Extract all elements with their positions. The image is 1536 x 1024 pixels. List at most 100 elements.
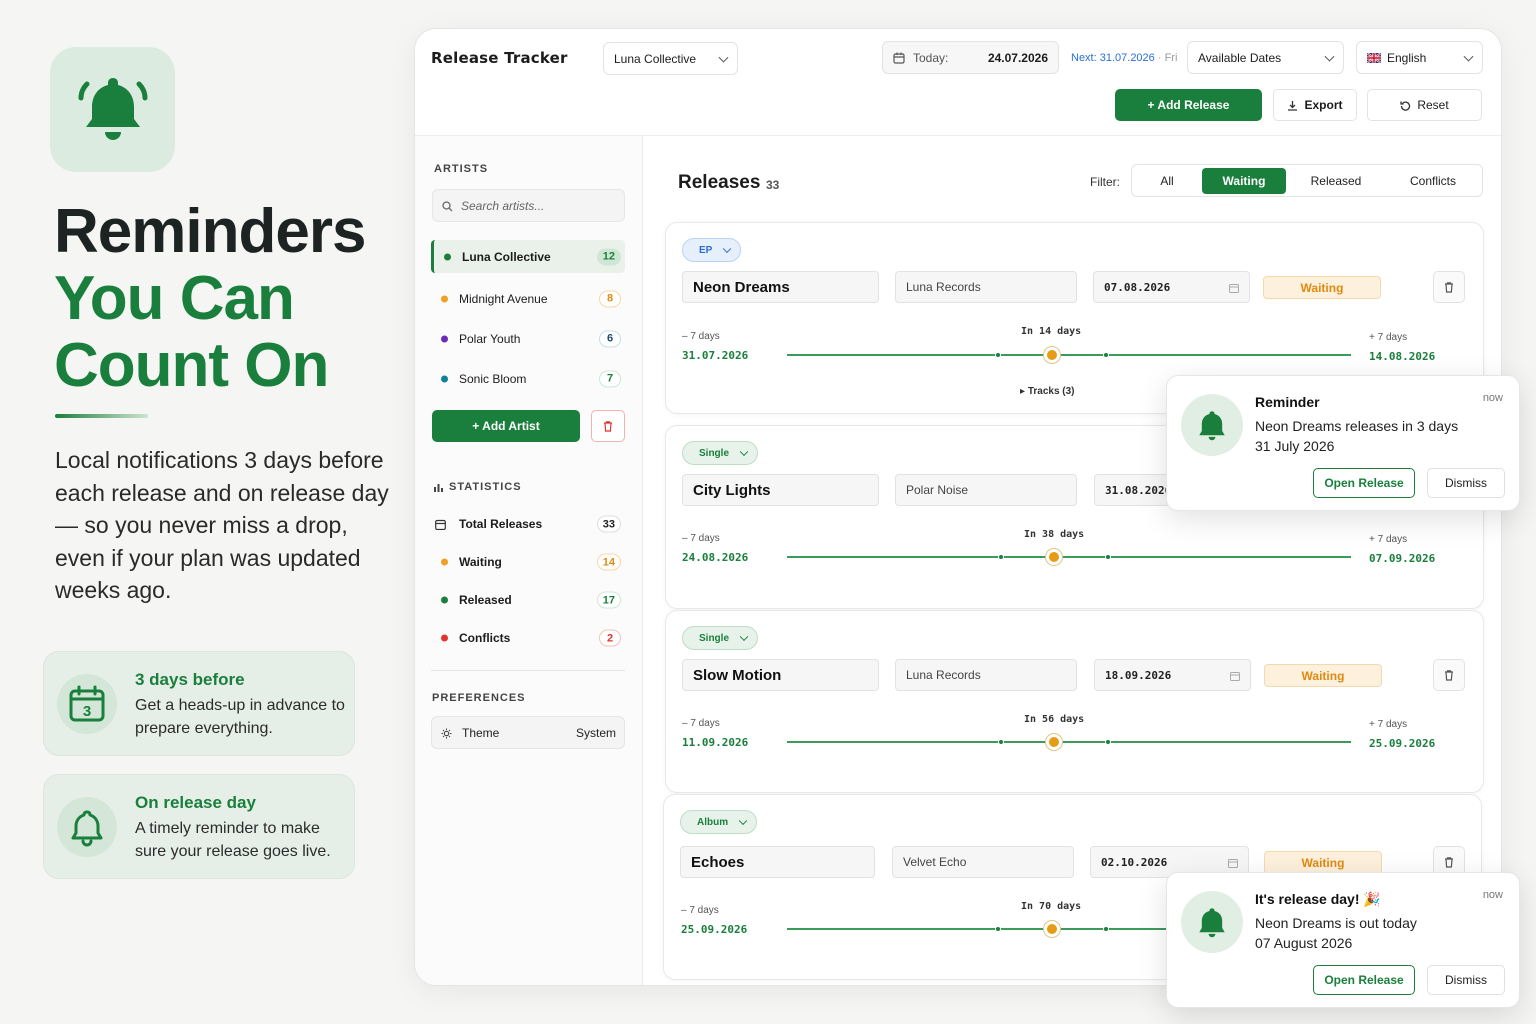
release-type-value: Single <box>699 632 730 644</box>
release-label-input[interactable]: Polar Noise <box>895 474 1077 506</box>
artist-count-badge: 12 <box>596 248 621 265</box>
release-name-input[interactable]: Echoes <box>680 846 875 878</box>
feature-text: Get a heads-up in advance to prepare eve… <box>135 697 345 737</box>
sidebar-artist-sonic-bloom[interactable]: Sonic Bloom 7 <box>431 362 625 395</box>
release-name-input[interactable]: City Lights <box>682 474 879 506</box>
export-label: Export <box>1304 98 1343 112</box>
timeline-current-marker[interactable] <box>1046 549 1062 565</box>
tracks-toggle[interactable]: ▸ Tracks (3) <box>1020 386 1075 397</box>
stat-label: Waiting <box>459 555 502 569</box>
export-button[interactable]: Export <box>1273 89 1357 121</box>
timeline-marker <box>1103 352 1109 358</box>
uk-flag-icon <box>1367 52 1381 63</box>
sidebar-divider <box>431 670 625 671</box>
chevron-down-icon <box>1463 51 1474 62</box>
bell-icon <box>1181 394 1243 456</box>
theme-select[interactable]: Theme System <box>431 716 625 749</box>
delete-release-button[interactable] <box>1433 659 1465 691</box>
sidebar-artist-luna-collective[interactable]: Luna Collective 12 <box>431 240 625 273</box>
artist-select[interactable]: Luna Collective <box>603 42 738 75</box>
releases-count: 33 <box>766 178 780 192</box>
bar-chart-icon <box>434 483 443 492</box>
timeline-before-date: 24.08.2026 <box>682 551 749 564</box>
delete-release-button[interactable] <box>1433 271 1465 303</box>
notification-line2: 31 July 2026 <box>1255 438 1335 454</box>
reset-button[interactable]: Reset <box>1367 89 1482 121</box>
release-date-value: 18.09.2026 <box>1105 668 1172 682</box>
release-date-value: 31.08.2026 <box>1105 483 1172 497</box>
release-label-input[interactable]: Velvet Echo <box>892 846 1074 878</box>
chevron-down-icon <box>723 244 732 254</box>
preferences-heading: PREFERENCES <box>432 692 526 704</box>
timeline-current-marker[interactable] <box>1044 347 1060 363</box>
filter-tab-all[interactable]: All <box>1135 168 1199 194</box>
timeline-before-label: – 7 days <box>682 718 720 729</box>
artist-name: Polar Youth <box>459 331 521 346</box>
stat-total-releases: Total Releases 33 <box>431 509 625 539</box>
timeline-countdown: In 14 days <box>1021 326 1082 337</box>
sidebar-artist-polar-youth[interactable]: Polar Youth 6 <box>431 322 625 355</box>
calendar-icon <box>1229 284 1239 293</box>
release-type-select[interactable]: Album <box>680 810 758 834</box>
dismiss-button[interactable]: Dismiss <box>1427 965 1505 995</box>
timeline-after-date: 07.09.2026 <box>1369 552 1436 565</box>
timeline-countdown: In 70 days <box>1021 901 1082 912</box>
today-label: Today: <box>913 50 949 65</box>
timeline-after-label: + 7 days <box>1369 719 1408 730</box>
promo-title: Reminders You Can Count On <box>54 198 366 399</box>
add-release-button[interactable]: + Add Release <box>1115 89 1262 121</box>
bell-app-icon <box>50 47 175 172</box>
artist-color-dot <box>441 295 448 302</box>
release-type-value: Single <box>699 447 730 459</box>
search-input[interactable]: Search artists... <box>432 189 625 222</box>
release-type-select[interactable]: Single <box>682 441 759 465</box>
timeline-current-marker[interactable] <box>1044 921 1060 937</box>
available-dates-select[interactable]: Available Dates <box>1187 41 1344 74</box>
release-label-input[interactable]: Luna Records <box>895 271 1077 303</box>
artist-count-badge: 6 <box>599 330 621 347</box>
sun-icon <box>441 728 452 739</box>
notification-time: now <box>1482 889 1503 901</box>
open-release-button[interactable]: Open Release <box>1313 965 1415 995</box>
stat-color-dot <box>441 634 448 642</box>
chevron-down-icon <box>739 632 749 642</box>
filter-tab-released[interactable]: Released <box>1290 168 1382 194</box>
timeline-track <box>787 556 1351 558</box>
release-card-slow-motion: Single Slow Motion Luna Records 18.09.20… <box>665 610 1484 793</box>
language-select[interactable]: English <box>1356 41 1483 74</box>
releases-panel: Releases 33 Filter: All Waiting Released… <box>644 136 1501 985</box>
timeline-marker <box>1105 554 1111 560</box>
release-date-input[interactable]: 07.08.2026 <box>1093 271 1250 303</box>
chevron-down-icon <box>1324 51 1335 62</box>
stat-color-dot <box>441 596 448 604</box>
open-release-button[interactable]: Open Release <box>1313 468 1415 498</box>
today-value: 24.07.2026 <box>987 50 1048 65</box>
timeline-countdown: In 38 days <box>1024 529 1085 540</box>
stat-waiting[interactable]: Waiting 14 <box>431 547 625 577</box>
release-date-value: 07.08.2026 <box>1104 280 1171 294</box>
add-artist-button[interactable]: + Add Artist <box>432 410 580 442</box>
download-icon <box>1288 100 1298 111</box>
release-date-input[interactable]: 18.09.2026 <box>1094 659 1251 691</box>
stat-label: Total Releases <box>459 517 543 531</box>
release-label-input[interactable]: Luna Records <box>895 659 1077 691</box>
trash-icon <box>1445 857 1453 868</box>
stat-released[interactable]: Released 17 <box>431 585 625 615</box>
release-type-select[interactable]: EP <box>682 238 742 262</box>
release-name-input[interactable]: Slow Motion <box>682 659 879 691</box>
artist-count-badge: 7 <box>599 370 621 387</box>
release-name-input[interactable]: Neon Dreams <box>682 271 879 303</box>
notification-title: It's release day! 🎉 <box>1255 891 1381 907</box>
timeline-current-marker[interactable] <box>1046 734 1062 750</box>
stat-conflicts[interactable]: Conflicts 2 <box>431 623 625 653</box>
notification-line2: 07 August 2026 <box>1255 935 1353 951</box>
release-type-select[interactable]: Single <box>682 626 759 650</box>
sidebar-artist-midnight-avenue[interactable]: Midnight Avenue 8 <box>431 282 625 315</box>
chevron-down-icon <box>739 447 749 457</box>
delete-artist-button[interactable] <box>591 410 625 442</box>
dismiss-button[interactable]: Dismiss <box>1427 468 1505 498</box>
filter-tab-conflicts[interactable]: Conflicts <box>1386 168 1480 194</box>
timeline-before-date: 11.09.2026 <box>682 736 749 749</box>
artist-count-badge: 8 <box>599 290 621 307</box>
filter-tab-waiting[interactable]: Waiting <box>1202 168 1286 194</box>
